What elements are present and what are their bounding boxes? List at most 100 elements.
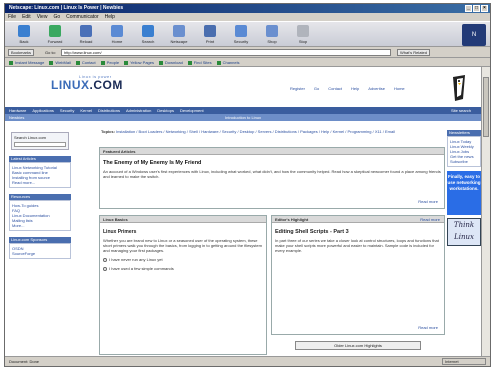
section-nav-link[interactable]: Security (60, 108, 74, 113)
shop-icon (266, 25, 278, 37)
menu-file[interactable]: File (8, 14, 16, 20)
topics-links[interactable]: Installation / Boot Loaders / Networking… (116, 129, 395, 134)
personal-link[interactable]: WebMail (49, 60, 71, 65)
stop-icon (297, 25, 309, 37)
scrollbar-thumb[interactable] (483, 77, 489, 137)
section-nav-link[interactable]: Desktops (157, 108, 174, 113)
section-nav-link[interactable]: Kernel (80, 108, 92, 113)
site-logo[interactable]: Linux is power LINUX.COM (51, 74, 123, 92)
personal-link[interactable]: Yellow Pages (124, 60, 154, 65)
think-linux-ad[interactable]: Think Linux (447, 218, 481, 246)
sidebar-latest-list: Linux Networking Tutorial Basic command l… (9, 162, 71, 188)
newsletter-link[interactable]: Subscribe (450, 159, 478, 164)
toolbar-button-forward[interactable]: Forward (44, 25, 66, 44)
featured-body: An account of a Windows user's first exp… (103, 169, 441, 179)
poll-option-1-label: I have never run any Linux yet (109, 257, 163, 262)
linux-basics-box: Linux Basics Linux Primers Whether you a… (99, 215, 267, 355)
featured-read-more[interactable]: Read more (418, 199, 438, 204)
vertical-scrollbar[interactable] (481, 67, 490, 358)
networking-ad[interactable]: Finally, easy to use networking workstat… (447, 171, 481, 215)
header-nav-link[interactable]: Home (394, 86, 405, 91)
bookmarks-button[interactable]: Bookmarks (8, 49, 35, 56)
radio-icon[interactable] (103, 266, 107, 271)
older-highlights-button[interactable]: Older Linux.com Highlights (295, 341, 421, 350)
toolbar-button-print[interactable]: Print (199, 25, 221, 44)
highlight-title[interactable]: Editing Shell Scripts - Part 3 (275, 229, 441, 235)
whats-related-button[interactable]: What's Related (397, 49, 430, 56)
poll-option-1[interactable]: I have never run any Linux yet (103, 257, 263, 262)
linux-primers-title[interactable]: Linux Primers (103, 229, 263, 235)
maximize-icon[interactable]: □ (473, 5, 480, 12)
personal-link[interactable]: Instant Message (9, 60, 44, 65)
status-text: Document: Done (9, 359, 40, 364)
menu-help[interactable]: Help (105, 14, 115, 20)
menu-go[interactable]: Go (53, 14, 60, 20)
menu-edit[interactable]: Edit (22, 14, 31, 20)
site-search-link[interactable]: Site search (451, 107, 471, 114)
toolbar-button-search[interactable]: Search (137, 25, 159, 44)
section-nav-link[interactable]: Applications (32, 108, 54, 113)
poll-option-2[interactable]: I have used a few simple commands (103, 266, 263, 271)
search-icon (142, 25, 154, 37)
linux-primers-body: Whether you are brand new to Linux or a … (103, 238, 262, 253)
toolbar-button-home[interactable]: Home (106, 25, 128, 44)
sidebar-resources-list: How-To guides FAQ Linux Documentation Maili… (9, 200, 71, 231)
security-zone: Internet (442, 358, 486, 365)
search-input[interactable] (14, 142, 66, 147)
toolbar-label: Netscape (170, 39, 188, 44)
radio-icon[interactable] (103, 257, 107, 262)
reload-icon (80, 25, 92, 37)
topics-line: Topics: Installation / Boot Loaders / Ne… (101, 129, 441, 134)
toolbar-button-back[interactable]: Back (13, 25, 35, 44)
tux-penguin-icon (453, 75, 465, 101)
section-nav: Hardware Applications Security Kernel Distri… (5, 107, 483, 114)
header-nav-link[interactable]: Contact (328, 86, 342, 91)
header-nav-link[interactable]: Advertise (368, 86, 385, 91)
toolbar-button-stop[interactable]: Stop (292, 25, 314, 44)
personal-link[interactable]: Find Sites (188, 60, 212, 65)
newsletters-list: Linux Today Linux Weekly Linux Jobs Get the… (447, 136, 481, 167)
search-label: Search Linux.com (14, 135, 47, 140)
toolbar-label: Security (233, 39, 249, 44)
logo-tagline: Linux is power (79, 74, 112, 79)
highlight-read-more[interactable]: Read more (418, 325, 438, 330)
personal-toolbar: Instant Message WebMail Contact People Yello… (5, 58, 490, 67)
url-field[interactable]: http://www.linux.com/ (61, 49, 391, 56)
minimize-icon[interactable]: _ (465, 5, 472, 12)
breadcrumb[interactable]: Newbies (9, 115, 24, 120)
personal-link[interactable]: Download (159, 60, 183, 65)
header-nav-link[interactable]: Register (290, 86, 305, 91)
personal-link[interactable]: Channels (217, 60, 240, 65)
header-nav-link[interactable]: Help (351, 86, 359, 91)
featured-title[interactable]: The Enemy of My Enemy Is My Friend (103, 160, 441, 166)
section-nav-link[interactable]: Hardware (9, 108, 26, 113)
section-nav-link[interactable]: Distributions (98, 108, 120, 113)
page-viewport: Linux is power LINUX.COM Register Go Conta… (5, 67, 483, 358)
sidebar-link[interactable]: Read more... (12, 180, 68, 185)
toolbar-button-security[interactable]: Security (230, 25, 252, 44)
window-title: Netscape: Linux.com | Linux Is Power | N… (9, 5, 124, 11)
sidebar-sponsors-list: OSDN SourceForge (9, 243, 71, 259)
sidebar-link[interactable]: SourceForge (12, 251, 68, 256)
right-sidebar: Newsletters Linux Today Linux Weekly Linux… (447, 130, 481, 356)
close-icon[interactable]: × (481, 5, 488, 12)
toolbar-button-netscape[interactable]: Netscape (168, 25, 190, 44)
featured-articles-box: Featured Articles The Enemy of My Enemy … (99, 147, 445, 209)
toolbar-button-shop[interactable]: Shop (261, 25, 283, 44)
menu-communicator[interactable]: Communicator (66, 14, 99, 20)
highlight-top-more[interactable]: Read more (420, 216, 440, 223)
section-nav-link[interactable]: Development (180, 108, 204, 113)
personal-link[interactable]: People (101, 60, 119, 65)
location-bar: Bookmarks Go to: http://www.linux.com/ W… (5, 47, 490, 58)
title-bar: Netscape: Linux.com | Linux Is Power | N… (5, 4, 490, 13)
search-box: Search Linux.com (11, 132, 69, 150)
personal-link[interactable]: Contact (76, 60, 96, 65)
header-nav-link[interactable]: Go (314, 86, 319, 91)
menu-view[interactable]: View (37, 14, 48, 20)
navigation-toolbar: N Back Forward Reload Home Search Netscape Pri… (5, 21, 490, 47)
sidebar-link[interactable]: More... (12, 223, 68, 228)
section-nav-link[interactable]: Administration (126, 108, 151, 113)
toolbar-button-reload[interactable]: Reload (75, 25, 97, 44)
section-title: Introduction to Linux (225, 115, 262, 120)
toolbar-label: Back (19, 39, 29, 44)
